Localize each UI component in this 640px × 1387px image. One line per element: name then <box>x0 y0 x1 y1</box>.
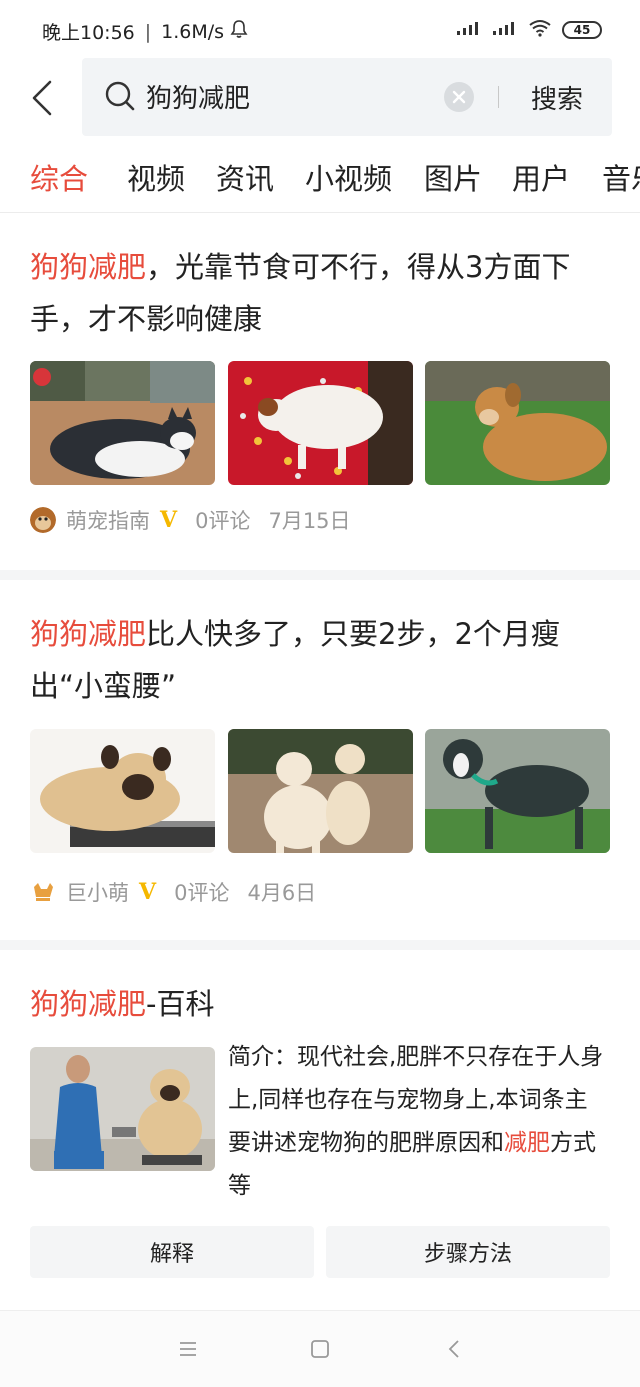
result-title[interactable]: 狗狗减肥比人快多了，只要2步，2个月瘦出“小蛮腰” <box>30 608 620 712</box>
signal-icon <box>456 20 482 40</box>
explanation-button[interactable]: 解释 <box>30 1226 314 1278</box>
result-thumbnails <box>30 729 610 853</box>
fat-dog-blanket-thumbnail[interactable] <box>228 361 413 485</box>
status-separator: | <box>144 20 152 43</box>
tab-news[interactable]: 资讯 <box>216 156 274 198</box>
menu-icon[interactable] <box>176 1337 200 1361</box>
baike-title[interactable]: 狗狗减肥-百科 <box>30 978 620 1030</box>
result-card[interactable]: 狗狗减肥比人快多了，只要2步，2个月瘦出“小蛮腰” 巨小萌 V 0评论 4月6日 <box>0 580 640 940</box>
tab-users[interactable]: 用户 <box>512 156 570 198</box>
author-name[interactable]: 巨小萌 <box>66 877 129 907</box>
author-avatar[interactable] <box>30 879 56 905</box>
verified-badge: V <box>160 507 178 533</box>
search-results-page: 晚上10:56 | 1.6M/s 45 狗狗减肥 搜索 综合 视频 资讯 小视频… <box>0 0 640 1387</box>
status-bar: 晚上10:56 | 1.6M/s 45 <box>0 0 640 62</box>
chevron-left-icon <box>32 80 52 116</box>
status-speed: 1.6M/s <box>161 20 225 43</box>
back-button[interactable] <box>22 76 62 120</box>
tab-short-video[interactable]: 小视频 <box>305 156 392 198</box>
baike-description: 简介：现代社会,肥胖不只存在于人身上,同样也存在与宠物身上,本词条主要讲述宠物狗… <box>228 1036 608 1208</box>
tab-music[interactable]: 音乐 <box>602 156 640 198</box>
battery-level: 45 <box>573 23 591 37</box>
pug-scale-thumbnail[interactable] <box>30 729 215 853</box>
result-title-highlight: 狗狗减肥 <box>30 250 147 284</box>
search-box: 搜索 <box>82 58 612 136</box>
result-card[interactable]: 狗狗减肥，光靠节食可不行，得从3方面下手，才不影响健康 萌宠指南 V 0评论 7… <box>0 213 640 570</box>
author-name[interactable]: 萌宠指南 <box>66 505 150 535</box>
system-nav-bar <box>0 1310 640 1387</box>
section-gap <box>0 570 640 580</box>
publish-date: 4月6日 <box>247 881 317 905</box>
search-divider <box>498 86 499 108</box>
result-title-highlight: 狗狗减肥 <box>30 617 147 651</box>
result-meta: 巨小萌 V 0评论 4月6日 <box>30 877 316 907</box>
tab-images[interactable]: 图片 <box>424 156 482 198</box>
baike-buttons: 解释 步骤方法 <box>30 1226 610 1278</box>
comment-count: 0评论 <box>195 509 251 533</box>
status-left: 晚上10:56 | 1.6M/s <box>42 18 248 45</box>
baike-title-text: -百科 <box>146 987 215 1021</box>
battery-icon: 45 <box>562 21 602 39</box>
baike-thumbnail[interactable] <box>30 1047 215 1171</box>
publish-date: 7月15日 <box>268 509 351 533</box>
section-gap <box>0 940 640 950</box>
status-time: 晚上10:56 <box>42 22 135 44</box>
search-header: 搜索 <box>0 58 640 140</box>
search-submit-button[interactable]: 搜索 <box>512 76 602 118</box>
labradors-thumbnail[interactable] <box>228 729 413 853</box>
verified-badge: V <box>139 879 157 905</box>
wifi-icon <box>528 19 552 41</box>
category-tabs: 综合 视频 资讯 小视频 图片 用户 音乐 <box>0 156 640 206</box>
tab-comprehensive[interactable]: 综合 <box>30 156 88 198</box>
author-avatar[interactable] <box>30 507 56 533</box>
status-right: 45 <box>456 19 602 41</box>
fat-dog-grass-thumbnail[interactable] <box>425 361 610 485</box>
bell-icon <box>230 19 248 44</box>
result-thumbnails <box>30 361 610 485</box>
signal-icon <box>492 20 518 40</box>
result-title[interactable]: 狗狗减肥，光靠节食可不行，得从3方面下手，才不影响健康 <box>30 241 620 345</box>
home-icon[interactable] <box>308 1337 332 1361</box>
result-meta: 萌宠指南 V 0评论 7月15日 <box>30 505 351 535</box>
baike-desc-highlight: 减肥 <box>504 1130 550 1156</box>
comment-count: 0评论 <box>174 881 230 905</box>
search-icon <box>104 80 136 116</box>
clear-search-button[interactable] <box>444 82 474 112</box>
search-input[interactable] <box>146 76 436 116</box>
tab-video[interactable]: 视频 <box>127 156 185 198</box>
baike-title-highlight: 狗狗减肥 <box>30 987 147 1021</box>
back-nav-icon[interactable] <box>442 1337 466 1361</box>
baike-card[interactable]: 狗狗减肥-百科 简介：现代社会,肥胖不只存在于人身上,同样也存在与宠物身上,本词… <box>0 950 640 1310</box>
husky-thumbnail[interactable] <box>30 361 215 485</box>
boston-terrier-thumbnail[interactable] <box>425 729 610 853</box>
steps-method-button[interactable]: 步骤方法 <box>326 1226 610 1278</box>
close-icon <box>452 90 466 104</box>
